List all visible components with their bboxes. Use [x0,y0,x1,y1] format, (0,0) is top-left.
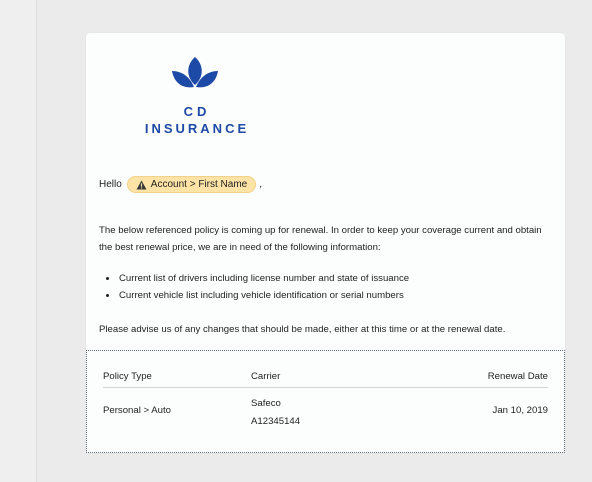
column-header-renewal-date: Renewal Date [487,371,548,382]
list-item: Current list of drivers including licens… [99,270,409,287]
brand-name-line2: INSURANCE [144,121,250,136]
column-header-carrier: Carrier [251,371,281,382]
greeting-suffix: , [259,179,262,190]
merge-field-chip[interactable]: Account > First Name [126,176,257,193]
merge-field-label: Account > First Name [150,179,248,190]
closing-paragraph: Please advise us of any changes that sho… [99,324,506,335]
column-header-policy-type: Policy Type [103,371,152,382]
cell-policy-type: Personal > Auto [103,405,172,416]
brand-name-line1: CD [183,104,211,119]
cell-carrier: Safeco A12345144 [251,395,300,431]
greeting-prefix: Hello [99,179,122,190]
policy-table-block[interactable]: Policy Type Carrier Renewal Date Persona… [86,350,565,453]
left-rail [0,0,37,482]
warning-icon [136,179,147,190]
info-request-list: Current list of drivers including licens… [99,270,409,304]
intro-paragraph: The below referenced policy is coming up… [99,225,542,253]
email-preview-card: CD INSURANCE Hello Account > First Name … [86,33,565,453]
cell-renewal-date: Jan 10, 2019 [492,405,548,416]
header-divider [103,387,548,388]
carrier-policy-number: A12345144 [251,416,301,427]
leaf-logo-icon [172,57,218,88]
list-item: Current vehicle list including vehicle i… [99,287,409,304]
brand-logo: CD INSURANCE [140,55,250,139]
greeting-line: Hello Account > First Name , [99,176,262,193]
carrier-name: Safeco [251,398,281,409]
